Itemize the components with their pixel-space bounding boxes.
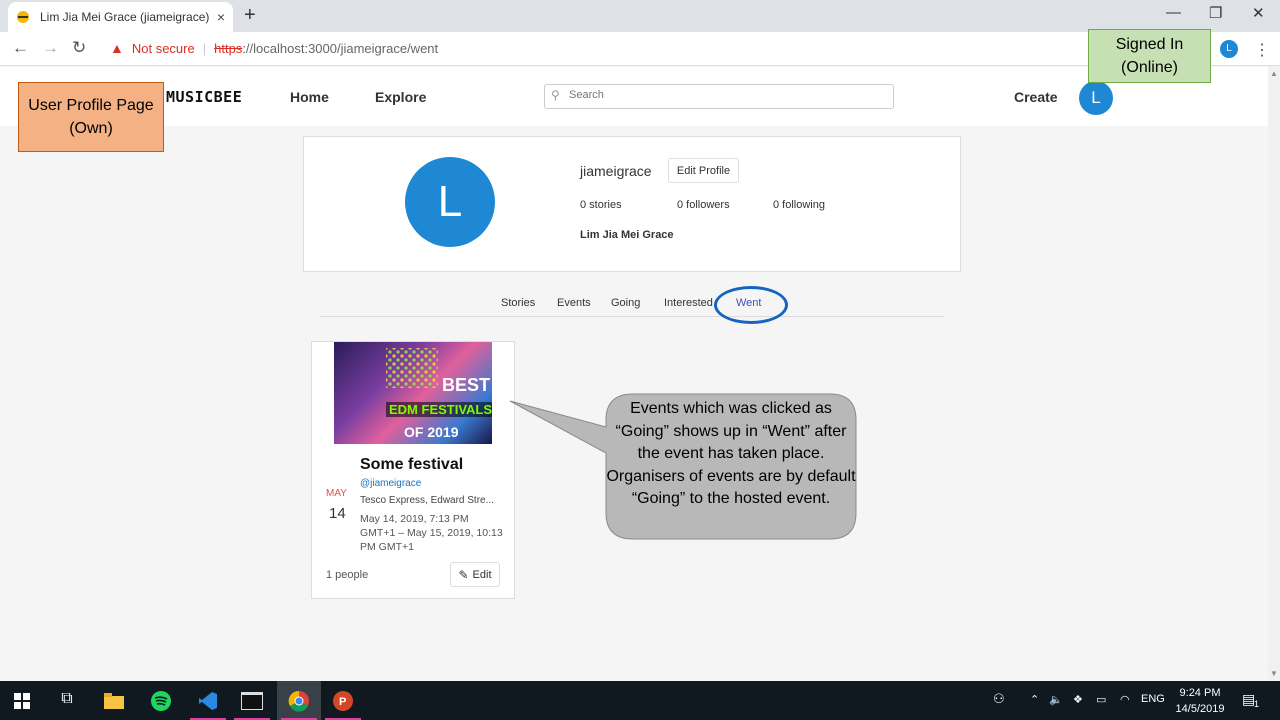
clock-date: 14/5/2019 (1175, 703, 1225, 715)
taskbar-vscode[interactable] (186, 681, 230, 720)
spotify-icon (151, 690, 171, 711)
browser-tabstrip: Lim Jia Mei Grace (jiameigrace) - × + — … (0, 0, 1280, 32)
folder-icon (104, 692, 124, 709)
page-scrollbar[interactable]: ▲ ▼ (1268, 67, 1280, 680)
language-indicator[interactable]: ENG (1141, 693, 1165, 705)
event-month: MAY (326, 488, 347, 499)
back-icon[interactable]: ← (12, 38, 29, 58)
address-bar[interactable]: ▲ Not secure | https ://localhost:3000/j… (110, 40, 438, 56)
close-window-icon[interactable]: ✕ (1252, 4, 1265, 22)
windows-start-icon[interactable] (14, 693, 30, 709)
tab-title: Lim Jia Mei Grace (jiameigrace) - (40, 10, 211, 24)
url-path: ://localhost:3000/jiameigrace/went (242, 40, 439, 56)
browser-menu-icon[interactable]: ⋮ (1254, 40, 1270, 60)
bee-favicon-icon (17, 11, 29, 23)
browser-profile-avatar[interactable]: L (1220, 40, 1238, 58)
event-datetime: May 14, 2019, 7:13 PM GMT+1 – May 15, 20… (360, 513, 503, 553)
search-icon: ⚲ (551, 88, 560, 102)
event-image-text: EDM FESTIVALS (386, 402, 492, 417)
site-header: MUSICBEE Home Explore ⚲ Create L (0, 67, 1268, 126)
stories-count[interactable]: 0 stories (580, 199, 622, 211)
tab-stories[interactable]: Stories (501, 297, 535, 309)
not-secure-label: Not secure (131, 40, 195, 56)
wifi-icon[interactable]: ◠ (1120, 693, 1130, 706)
user-avatar[interactable]: L (1079, 81, 1113, 115)
taskbar: ⧉ P ⚇ ⌃ 🔈 ❖ ▭ ◠ ENG 9:24 PM 14/5/2019 ▤ … (0, 681, 1280, 720)
event-attendee-count: 1 people (326, 569, 369, 581)
edit-event-label: Edit (472, 568, 492, 581)
edit-event-button[interactable]: ✎ Edit (450, 562, 500, 587)
profile-tabs: Stories Events Going Interested Went (320, 293, 944, 317)
tab-interested[interactable]: Interested (664, 297, 713, 309)
reload-icon[interactable]: ↻ (72, 38, 86, 58)
pencil-icon: ✎ (458, 567, 469, 582)
search-box[interactable]: ⚲ (544, 84, 894, 109)
battery-icon[interactable]: ▭ (1096, 693, 1106, 706)
clock-time: 9:24 PM (1179, 687, 1221, 699)
taskbar-file-explorer[interactable] (92, 681, 136, 720)
forward-icon[interactable]: → (42, 38, 59, 58)
vscode-icon (199, 691, 217, 710)
tab-going[interactable]: Going (611, 297, 640, 309)
new-tab-icon[interactable]: + (244, 4, 256, 27)
taskbar-chrome[interactable] (277, 681, 321, 720)
show-hidden-icons-icon[interactable]: ⌃ (1030, 693, 1039, 706)
event-image[interactable]: BEST EDM FESTIVALS OF 2019 (334, 342, 492, 444)
scroll-up-icon[interactable]: ▲ (1270, 69, 1278, 78)
create-link[interactable]: Create (1014, 89, 1058, 105)
tab-close-icon[interactable]: × (217, 9, 225, 25)
event-card[interactable]: BEST EDM FESTIVALS OF 2019 Some festival… (311, 341, 515, 599)
profile-username: jiameigrace (580, 163, 652, 179)
powerpoint-icon: P (333, 690, 353, 711)
event-image-pattern (386, 348, 438, 388)
taskbar-powerpoint[interactable]: P (321, 681, 365, 720)
event-venue: Tesco Express, Edward Stre... (360, 495, 494, 506)
followers-count[interactable]: 0 followers (677, 199, 730, 211)
tab-events[interactable]: Events (557, 297, 591, 309)
task-view-icon[interactable]: ⧉ (55, 690, 79, 708)
volume-icon[interactable]: 🔈 (1049, 693, 1063, 706)
browser-tab[interactable]: Lim Jia Mei Grace (jiameigrace) - × (8, 2, 233, 32)
search-input[interactable] (569, 89, 879, 101)
restore-icon[interactable]: ❐ (1209, 4, 1222, 22)
event-image-text: BEST (442, 375, 491, 395)
taskbar-terminal[interactable] (230, 681, 274, 720)
profile-avatar: L (405, 157, 495, 247)
event-day: 14 (329, 505, 346, 522)
minimize-icon[interactable]: — (1166, 4, 1181, 21)
annotation-own-profile: User Profile Page (Own) (18, 82, 164, 152)
svg-text:P: P (339, 696, 346, 708)
event-organiser-link[interactable]: @jiameigrace (360, 478, 421, 489)
url-scheme: https (214, 40, 243, 56)
event-image-text: OF 2019 (404, 424, 459, 440)
terminal-icon (241, 691, 263, 710)
scroll-down-icon[interactable]: ▼ (1270, 669, 1278, 678)
went-highlight-circle (714, 286, 788, 324)
profile-full-name: Lim Jia Mei Grace (580, 229, 674, 241)
edit-profile-button[interactable]: Edit Profile (668, 158, 739, 183)
following-count[interactable]: 0 following (773, 199, 825, 211)
dropbox-icon[interactable]: ❖ (1073, 693, 1083, 706)
nav-home[interactable]: Home (290, 89, 329, 105)
site-logo[interactable]: MUSICBEE (166, 88, 242, 106)
clock[interactable]: 9:24 PM 14/5/2019 (1170, 685, 1230, 717)
annotation-signed-in: Signed In (Online) (1088, 29, 1211, 83)
taskbar-spotify[interactable] (139, 681, 183, 720)
people-icon[interactable]: ⚇ (993, 691, 1005, 707)
warning-icon: ▲ (110, 40, 124, 56)
chrome-icon (288, 690, 309, 712)
callout-text: Events which was clicked as “Going” show… (606, 400, 856, 507)
url-separator: | (202, 40, 207, 56)
nav-explore[interactable]: Explore (375, 89, 426, 105)
profile-card: L jiameigrace Edit Profile 0 stories 0 f… (303, 136, 961, 272)
event-title[interactable]: Some festival (360, 456, 463, 474)
notification-count: 1 (1254, 699, 1260, 709)
